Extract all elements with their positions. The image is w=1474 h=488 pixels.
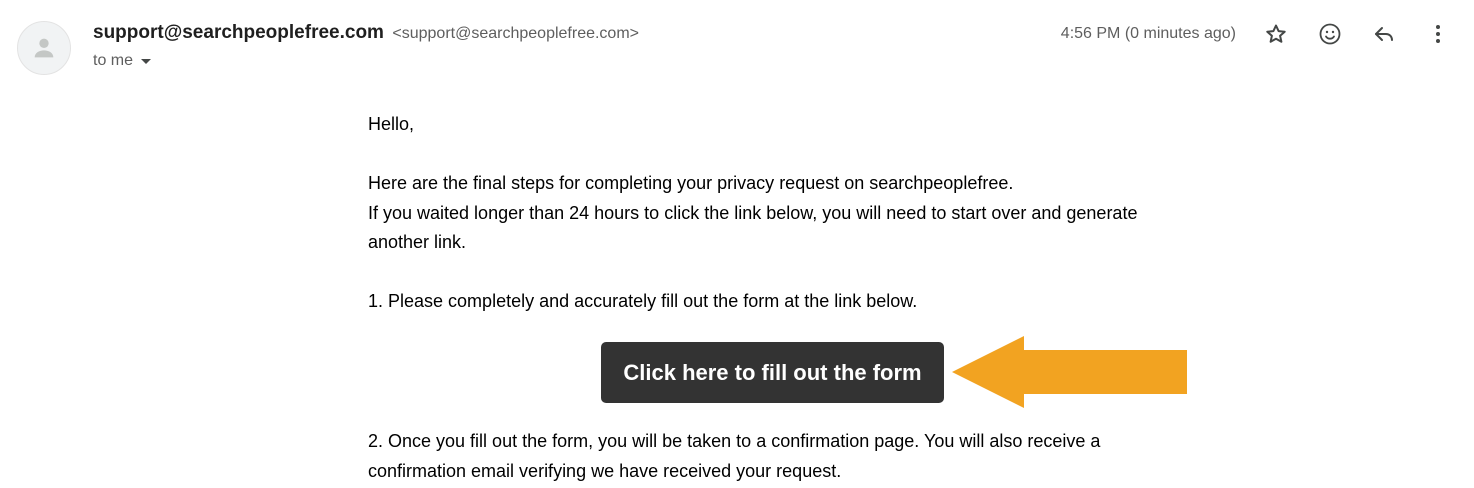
step-2-block: 2. Once you fill out the form, you will … [368, 427, 1198, 486]
person-icon [34, 38, 54, 58]
step-2: 2. Once you fill out the form, you will … [368, 431, 1101, 481]
recipient-label: to me [93, 52, 134, 69]
caret-down-icon [141, 58, 152, 64]
more-vert-icon [1436, 25, 1440, 43]
email-view: support@searchpeoplefree.com <support@se… [0, 0, 1474, 488]
intro-line: Here are the final steps for completing … [368, 173, 1014, 193]
emoji-icon [1319, 23, 1341, 45]
greeting: Hello, [368, 114, 415, 134]
arrow-left-icon [952, 336, 1187, 408]
star-button[interactable] [1262, 20, 1290, 48]
reply-button[interactable] [1370, 20, 1398, 48]
sender-email: <support@searchpeoplefree.com> [392, 25, 639, 42]
sender-avatar[interactable] [17, 21, 71, 75]
add-reaction-button[interactable] [1316, 20, 1344, 48]
sender-line: support@searchpeoplefree.com <support@se… [93, 22, 639, 44]
recipient-details-toggle[interactable]: to me [93, 52, 152, 70]
more-options-button[interactable] [1424, 20, 1452, 48]
expiry-notice: If you waited longer than 24 hours to cl… [368, 202, 1138, 253]
timestamp: 4:56 PM (0 minutes ago) [1060, 25, 1236, 42]
email-body: Hello, Here are the final steps for comp… [368, 110, 1198, 317]
fill-form-button[interactable]: Click here to fill out the form [601, 342, 944, 403]
sender-name[interactable]: support@searchpeoplefree.com [93, 22, 384, 43]
step-1: 1. Please completely and accurately fill… [368, 291, 918, 311]
star-icon [1266, 24, 1286, 43]
reply-icon [1375, 27, 1393, 41]
